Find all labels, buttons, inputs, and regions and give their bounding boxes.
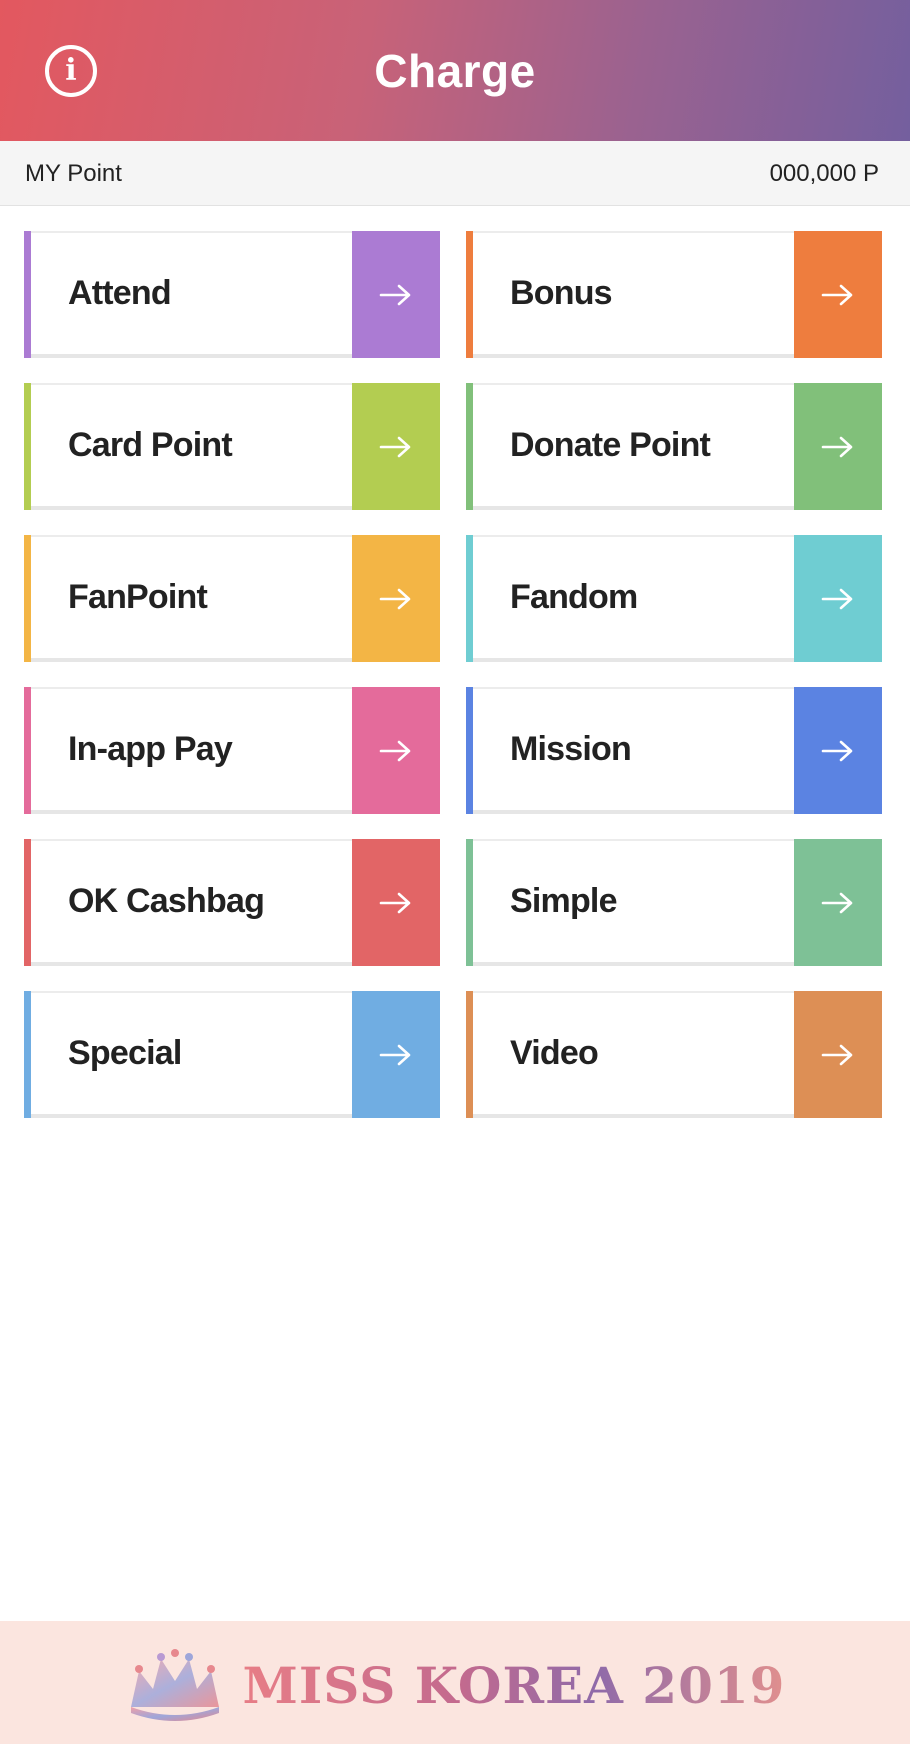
card-arrow-button[interactable]	[352, 687, 440, 814]
card-arrow-button[interactable]	[794, 231, 882, 358]
crown-icon	[130, 1649, 219, 1721]
card-label: Card Point	[68, 426, 233, 464]
menu-card-simple[interactable]: Simple	[466, 839, 882, 966]
page-title: Charge	[374, 45, 536, 97]
arrow-right-icon	[379, 284, 411, 305]
charge-menu-grid: Attend Bonus Card Point Donate Point FanPoin…	[24, 231, 882, 1118]
card-accent-stripe	[466, 231, 473, 358]
menu-card-ok-cashbag[interactable]: OK Cashbag	[24, 839, 440, 966]
card-label: Simple	[510, 882, 617, 920]
arrow-right-icon	[821, 892, 853, 913]
card-arrow-button[interactable]	[352, 839, 440, 966]
card-arrow-button[interactable]	[794, 535, 882, 662]
card-arrow-button[interactable]	[352, 991, 440, 1118]
card-arrow-button[interactable]	[352, 383, 440, 510]
arrow-right-icon	[379, 892, 411, 913]
card-label: Bonus	[510, 274, 613, 312]
card-arrow-button[interactable]	[794, 839, 882, 966]
card-label: Attend	[68, 274, 172, 312]
arrow-right-icon	[379, 436, 411, 457]
arrow-right-icon	[821, 588, 853, 609]
card-arrow-button[interactable]	[794, 687, 882, 814]
menu-card-fandom[interactable]: Fandom	[466, 535, 882, 662]
menu-card-card-point[interactable]: Card Point	[24, 383, 440, 510]
menu-card-donate-point[interactable]: Donate Point	[466, 383, 882, 510]
footer-banner: MISS KOREA 2019	[0, 1621, 910, 1744]
card-accent-stripe	[24, 839, 31, 966]
card-arrow-button[interactable]	[794, 991, 882, 1118]
card-accent-stripe	[466, 383, 473, 510]
card-label: FanPoint	[68, 578, 208, 616]
card-label: In-app Pay	[68, 730, 233, 768]
card-label: Special	[68, 1034, 182, 1072]
menu-card-mission[interactable]: Mission	[466, 687, 882, 814]
card-accent-stripe	[24, 383, 31, 510]
charge-screen: i Charge MY Point 000,000 P Attend Bonus C…	[0, 0, 910, 1744]
card-label: Video	[510, 1034, 599, 1072]
brand-text: MISS KOREA 2019	[242, 1655, 786, 1715]
arrow-right-icon	[821, 436, 853, 457]
card-accent-stripe	[466, 687, 473, 814]
menu-card-fanpoint[interactable]: FanPoint	[24, 535, 440, 662]
card-label: Donate Point	[510, 426, 711, 464]
card-label: OK Cashbag	[68, 882, 265, 920]
card-accent-stripe	[466, 535, 473, 662]
arrow-right-icon	[821, 1044, 853, 1065]
card-arrow-button[interactable]	[352, 231, 440, 358]
card-accent-stripe	[24, 991, 31, 1118]
arrow-right-icon	[379, 1044, 411, 1065]
arrow-right-icon	[379, 588, 411, 609]
header-bar: i Charge	[0, 0, 910, 141]
arrow-right-icon	[821, 284, 853, 305]
card-accent-stripe	[466, 991, 473, 1118]
arrow-right-icon	[379, 740, 411, 761]
my-point-value: 000,000 P	[769, 160, 879, 187]
card-accent-stripe	[24, 535, 31, 662]
menu-card-attend[interactable]: Attend	[24, 231, 440, 358]
card-arrow-button[interactable]	[352, 535, 440, 662]
card-accent-stripe	[24, 687, 31, 814]
arrow-right-icon	[821, 740, 853, 761]
menu-card-video[interactable]: Video	[466, 991, 882, 1118]
card-label: Mission	[510, 730, 632, 768]
menu-card-special[interactable]: Special	[24, 991, 440, 1118]
menu-card-in-app-pay[interactable]: In-app Pay	[24, 687, 440, 814]
card-arrow-button[interactable]	[794, 383, 882, 510]
menu-card-bonus[interactable]: Bonus	[466, 231, 882, 358]
card-label: Fandom	[510, 578, 638, 616]
card-accent-stripe	[466, 839, 473, 966]
my-point-bar: MY Point 000,000 P	[0, 141, 910, 206]
my-point-label: MY Point	[25, 160, 122, 187]
card-accent-stripe	[24, 231, 31, 358]
